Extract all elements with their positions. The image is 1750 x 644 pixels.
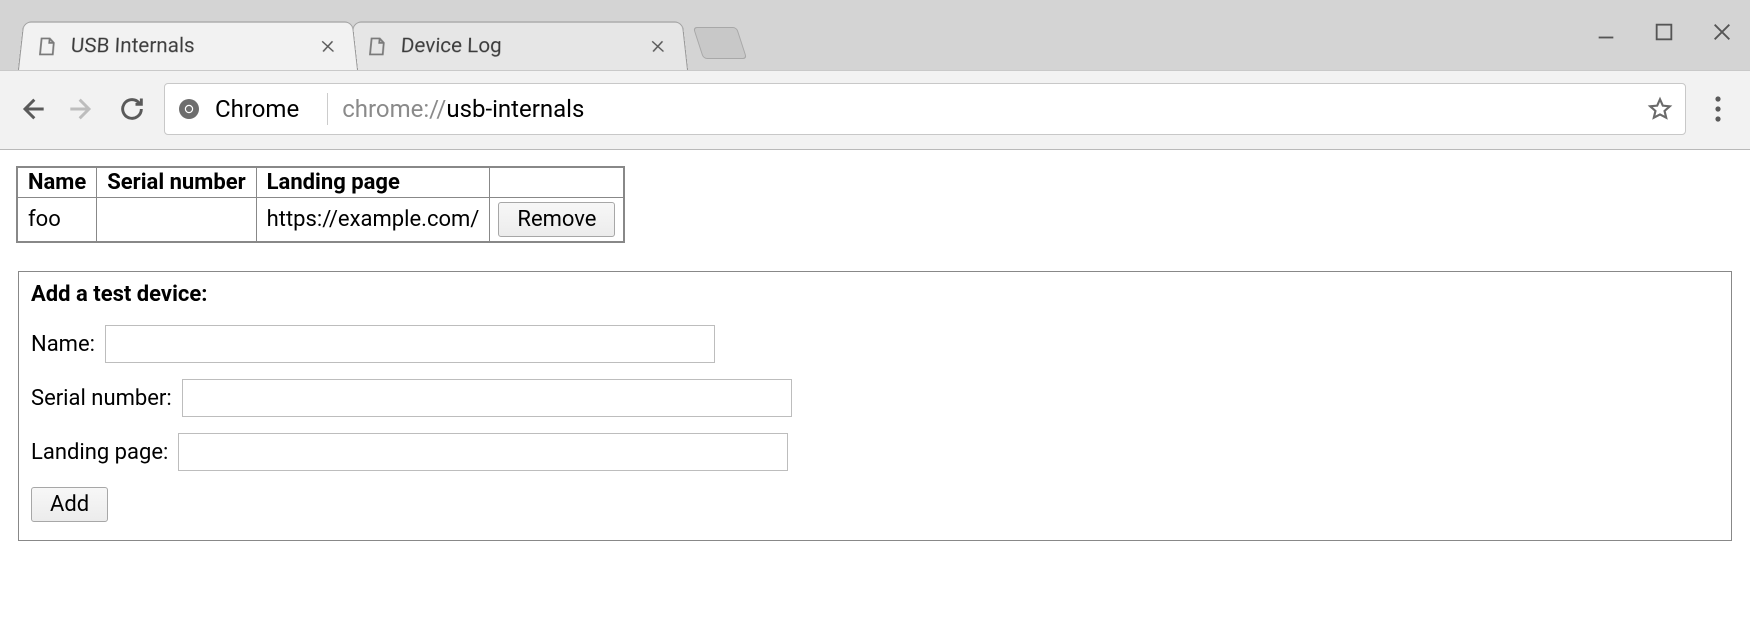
add-device-legend: Add a test device:: [31, 282, 1719, 307]
reload-button[interactable]: [114, 91, 150, 127]
add-button[interactable]: Add: [31, 487, 108, 522]
chrome-icon: [177, 97, 201, 121]
url-scheme: chrome://: [342, 95, 446, 123]
origin-label: Chrome: [215, 95, 313, 123]
tab-usb-internals[interactable]: USB Internals: [18, 22, 358, 70]
titlebar: USB Internals Device Log: [0, 0, 1750, 70]
landing-row: Landing page:: [31, 433, 1719, 471]
tab-title: Device Log: [400, 34, 636, 57]
page-content: Name Serial number Landing page foo http…: [0, 150, 1750, 557]
omnibox-divider: [327, 93, 328, 125]
add-device-panel: Add a test device: Name: Serial number: …: [18, 271, 1732, 541]
name-row: Name:: [31, 325, 1719, 363]
col-serial: Serial number: [97, 167, 256, 198]
col-landing-page: Landing page: [256, 167, 490, 198]
tab-strip: USB Internals Device Log: [0, 4, 742, 70]
landing-label: Landing page:: [31, 440, 168, 465]
maximize-button[interactable]: [1650, 18, 1678, 46]
col-name: Name: [17, 167, 97, 198]
serial-row: Serial number:: [31, 379, 1719, 417]
cell-name: foo: [17, 198, 97, 243]
close-window-button[interactable]: [1708, 18, 1736, 46]
browser-chrome: USB Internals Device Log: [0, 0, 1750, 150]
name-label: Name:: [31, 332, 95, 357]
page-icon: [34, 35, 58, 56]
url-path: usb-internals: [446, 95, 584, 123]
url-text: chrome://usb-internals: [342, 95, 1633, 123]
tab-device-log[interactable]: Device Log: [348, 22, 688, 70]
forward-button[interactable]: [64, 91, 100, 127]
devices-table: Name Serial number Landing page foo http…: [16, 166, 625, 243]
page-icon: [364, 35, 388, 56]
name-input[interactable]: [105, 325, 715, 363]
col-actions: [490, 167, 625, 198]
serial-label: Serial number:: [31, 386, 172, 411]
close-icon[interactable]: [318, 37, 337, 54]
toolbar: Chrome chrome://usb-internals: [0, 70, 1750, 149]
table-header-row: Name Serial number Landing page: [17, 167, 624, 198]
back-button[interactable]: [14, 91, 50, 127]
minimize-button[interactable]: [1592, 18, 1620, 46]
cell-serial: [97, 198, 256, 243]
serial-input[interactable]: [182, 379, 792, 417]
kebab-menu-icon[interactable]: [1700, 91, 1736, 127]
new-tab-button[interactable]: [693, 27, 747, 59]
bookmark-star-icon[interactable]: [1647, 96, 1673, 122]
table-row: foo https://example.com/ Remove: [17, 198, 624, 243]
cell-landing: https://example.com/: [256, 198, 490, 243]
landing-input[interactable]: [178, 433, 788, 471]
cell-actions: Remove: [490, 198, 625, 243]
close-icon[interactable]: [648, 37, 667, 54]
omnibox[interactable]: Chrome chrome://usb-internals: [164, 83, 1686, 135]
tab-title: USB Internals: [70, 34, 306, 57]
window-controls: [1592, 18, 1736, 46]
remove-button[interactable]: Remove: [498, 202, 615, 237]
